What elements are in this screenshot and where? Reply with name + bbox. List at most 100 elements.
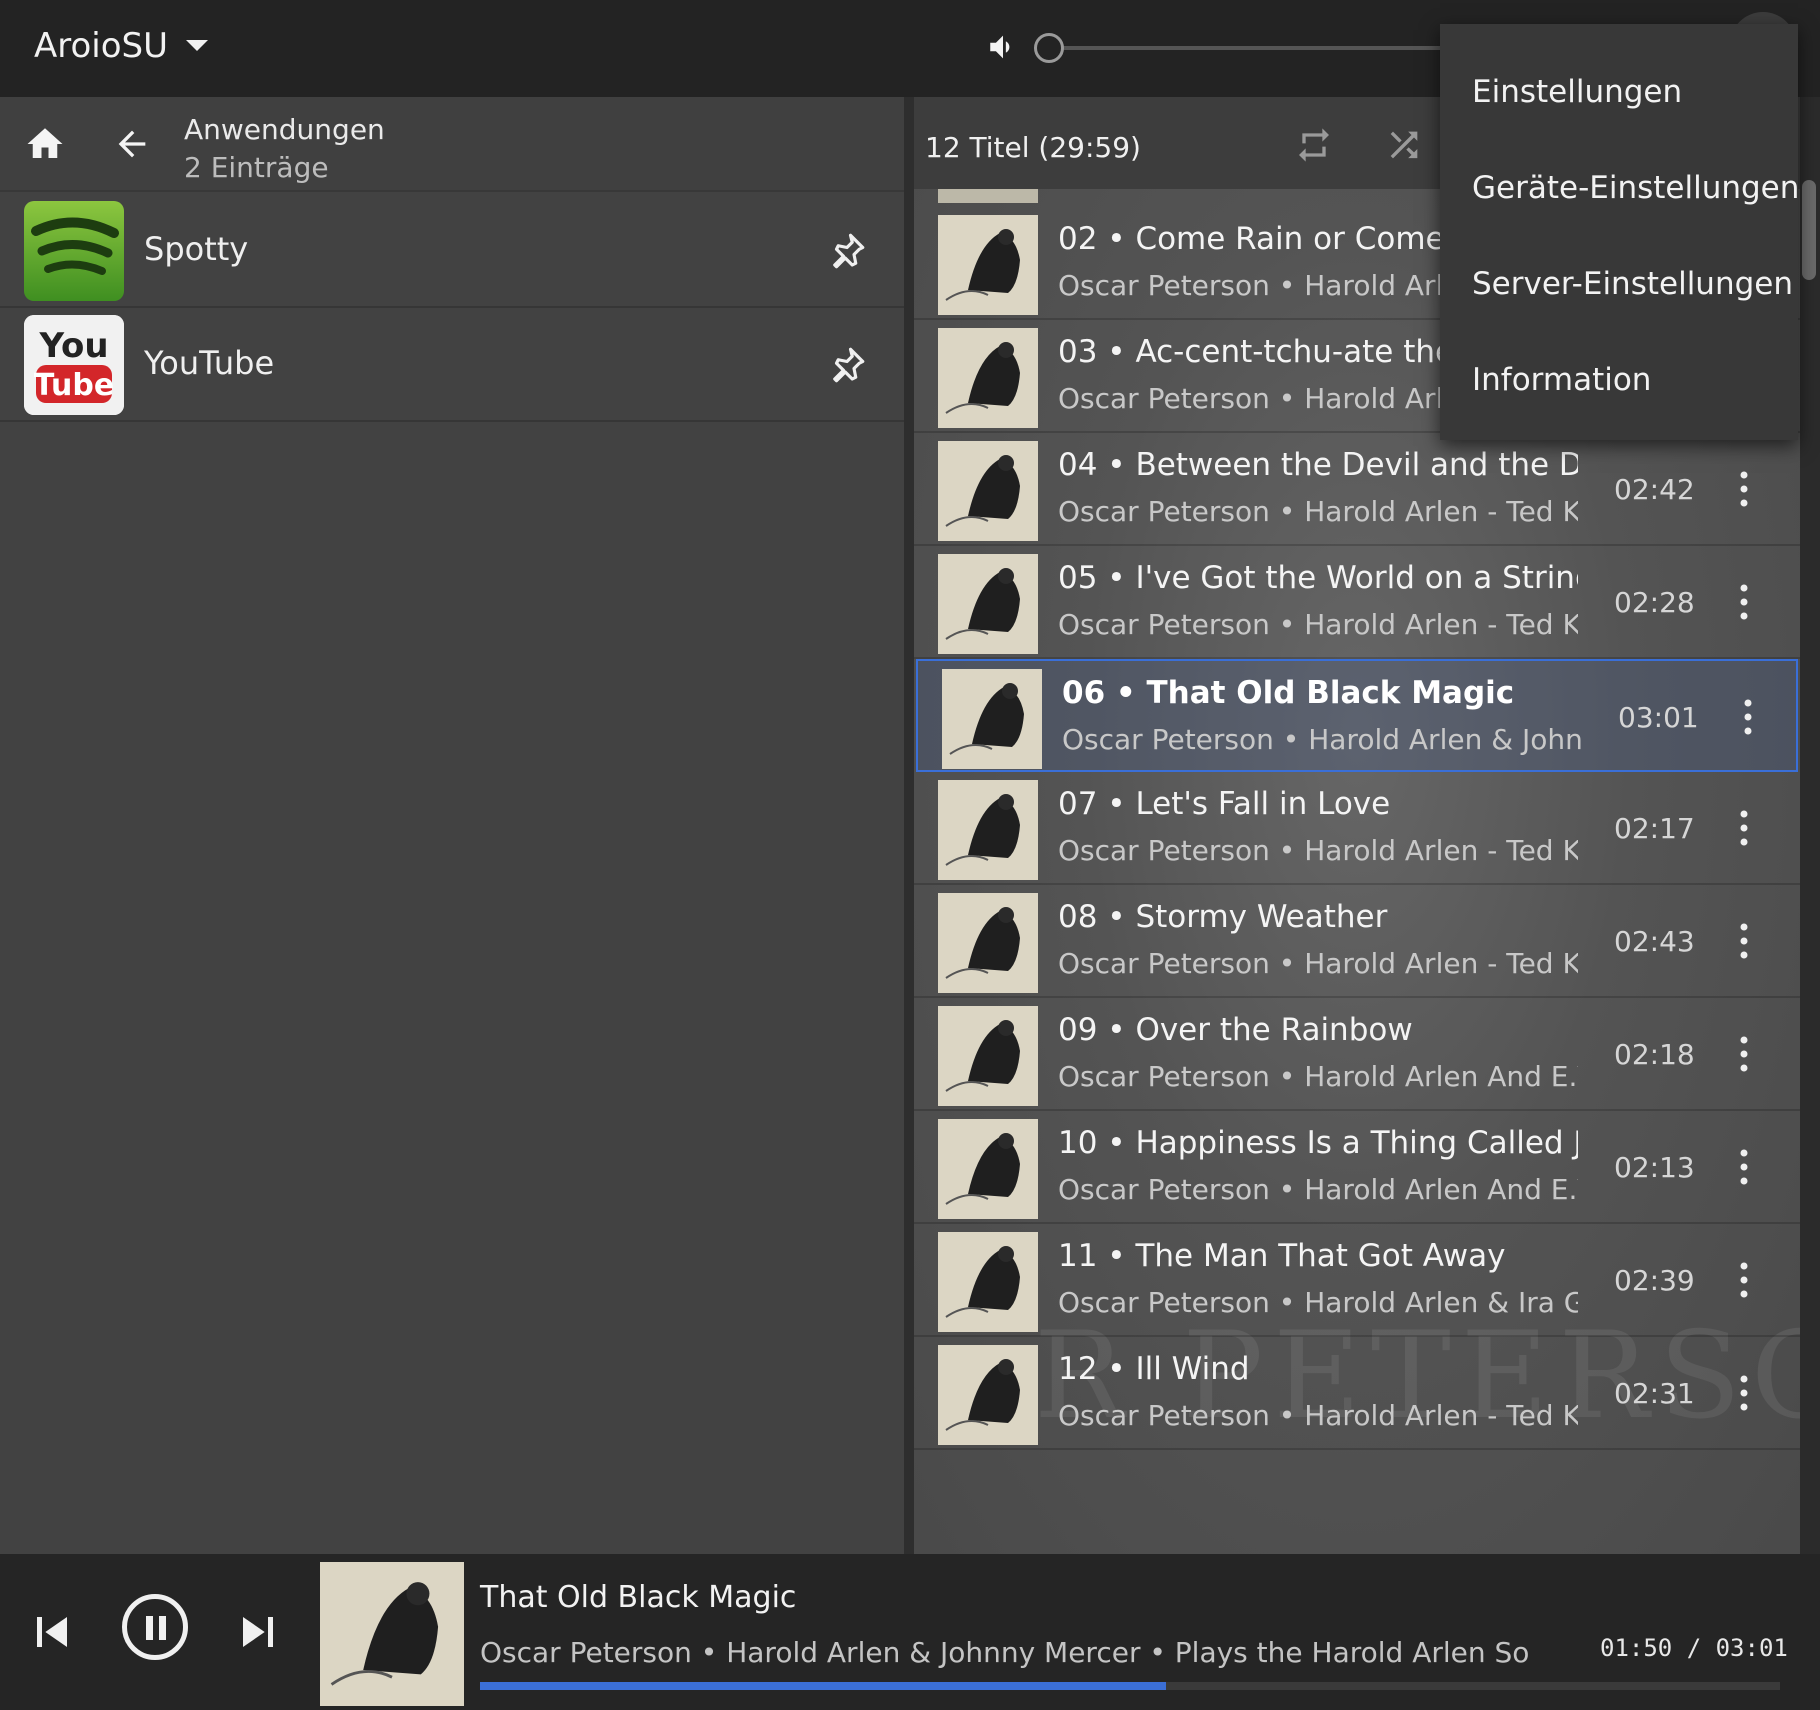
track-duration: 02:18	[1614, 1038, 1695, 1071]
album-art-thumbnail	[938, 1119, 1038, 1219]
track-subtitle: Oscar Peterson • Harold Arlen - Ted Koe.…	[1058, 834, 1578, 867]
svg-text:You: You	[38, 326, 108, 366]
track-duration: 02:31	[1614, 1377, 1695, 1410]
next-track-icon[interactable]	[238, 1612, 278, 1652]
track-subtitle: Oscar Peterson • Harold Arlen And E.Y. "…	[1058, 1173, 1578, 1206]
more-vertical-icon[interactable]	[1734, 582, 1754, 622]
track-row[interactable]: 11 • The Man That Got Away Oscar Peterson…	[914, 1224, 1800, 1337]
track-row[interactable]: 04 • Between the Devil and the Dee... Osc…	[914, 433, 1800, 546]
track-row-active[interactable]: 06 • That Old Black Magic Oscar Peterson …	[916, 659, 1798, 772]
album-art-thumbnail	[938, 554, 1038, 654]
track-duration: 02:42	[1614, 473, 1695, 506]
track-subtitle: Oscar Peterson • Harold Arlen - Ted Koe.…	[1058, 495, 1578, 528]
now-playing-album-art[interactable]	[320, 1562, 464, 1706]
queue-scrollbar-thumb[interactable]	[1802, 180, 1816, 280]
menu-item-information[interactable]: Information	[1440, 332, 1798, 428]
track-duration: 02:43	[1614, 925, 1695, 958]
volume-slider-thumb[interactable]	[1034, 33, 1064, 63]
album-art-thumbnail	[942, 669, 1042, 769]
playback-progress-fill	[480, 1682, 1167, 1690]
more-vertical-icon[interactable]	[1734, 1147, 1754, 1187]
track-row[interactable]: 12 • Ill Wind Oscar Peterson • Harold Arl…	[914, 1337, 1800, 1450]
shuffle-icon[interactable]	[1384, 125, 1424, 165]
app-label: YouTube	[144, 344, 275, 382]
track-title: 12 • Ill Wind	[1058, 1351, 1250, 1387]
track-duration: 02:28	[1614, 586, 1695, 619]
album-art-thumbnail	[938, 1006, 1038, 1106]
track-subtitle: Oscar Peterson • Harold Arlen And E.Y. "…	[1058, 1060, 1578, 1093]
menu-item-settings[interactable]: Einstellungen	[1440, 44, 1798, 140]
track-title: 07 • Let's Fall in Love	[1058, 786, 1391, 822]
volume-icon[interactable]	[986, 30, 1020, 64]
album-art-thumbnail	[938, 441, 1038, 541]
track-subtitle: Oscar Peterson • Harold Arlen - Ted Koe.…	[1058, 608, 1578, 641]
repeat-icon[interactable]	[1294, 125, 1334, 165]
album-art-thumbnail	[938, 1345, 1038, 1445]
track-row[interactable]: 05 • I've Got the World on a String Oscar…	[914, 546, 1800, 659]
track-row[interactable]: 08 • Stormy Weather Oscar Peterson • Haro…	[914, 885, 1800, 998]
track-row[interactable]: 07 • Let's Fall in Love Oscar Peterson • …	[914, 772, 1800, 885]
now-playing-subtitle: Oscar Peterson • Harold Arlen & Johnny M…	[480, 1636, 1530, 1669]
more-vertical-icon[interactable]	[1734, 1260, 1754, 1300]
album-art-thumbnail	[938, 215, 1038, 315]
track-title: 10 • Happiness Is a Thing Called J...	[1058, 1125, 1578, 1161]
pin-icon[interactable]	[826, 230, 868, 272]
volume-slider-track[interactable]	[1048, 46, 1448, 50]
more-vertical-icon[interactable]	[1734, 921, 1754, 961]
queue-summary: 12 Titel (29:59)	[925, 131, 1141, 164]
browse-header: Anwendungen 2 Einträge	[0, 97, 904, 192]
album-art-thumbnail	[938, 893, 1038, 993]
track-row[interactable]: 09 • Over the Rainbow Oscar Peterson • Ha…	[914, 998, 1800, 1111]
browse-subtitle: 2 Einträge	[184, 151, 329, 184]
pane-divider[interactable]	[904, 97, 914, 1554]
back-arrow-icon[interactable]	[112, 124, 152, 164]
app-item-youtube[interactable]: You Tube YouTube	[0, 308, 904, 422]
previous-track-icon[interactable]	[32, 1612, 72, 1652]
more-vertical-icon[interactable]	[1734, 1034, 1754, 1074]
album-art-thumbnail	[938, 780, 1038, 880]
track-title: 08 • Stormy Weather	[1058, 899, 1388, 935]
now-playing-bar: That Old Black Magic Oscar Peterson • Ha…	[0, 1554, 1820, 1710]
partial-track-thumbnail	[938, 189, 1038, 203]
track-duration: 02:39	[1614, 1264, 1695, 1297]
track-row[interactable]: 10 • Happiness Is a Thing Called J... Osc…	[914, 1111, 1800, 1224]
track-title: 05 • I've Got the World on a String	[1058, 560, 1578, 596]
svg-text:Tube: Tube	[34, 368, 114, 403]
browse-pane: Anwendungen 2 Einträge Spotty You Tube Y…	[0, 97, 904, 1554]
menu-item-server-settings[interactable]: Server-Einstellungen	[1440, 236, 1798, 332]
pin-icon[interactable]	[826, 344, 868, 386]
track-title: 06 • That Old Black Magic	[1062, 675, 1515, 711]
player-dropdown-icon[interactable]	[186, 40, 208, 51]
youtube-icon: You Tube	[24, 315, 124, 415]
more-vertical-icon[interactable]	[1734, 1373, 1754, 1413]
queue-scrollbar[interactable]	[1800, 97, 1820, 1554]
more-vertical-icon[interactable]	[1738, 697, 1758, 737]
home-icon[interactable]	[24, 123, 66, 165]
now-playing-time: 01:50 / 03:01	[1600, 1634, 1788, 1662]
pause-icon	[159, 1616, 166, 1640]
album-art-thumbnail	[938, 328, 1038, 428]
track-subtitle: Oscar Peterson • Harold Arlen & Johnny..…	[1062, 723, 1582, 756]
app-item-spotty[interactable]: Spotty	[0, 194, 904, 308]
playback-progress-bar[interactable]	[480, 1682, 1780, 1690]
now-playing-title: That Old Black Magic	[480, 1580, 797, 1615]
pause-button[interactable]	[122, 1594, 188, 1660]
track-subtitle: Oscar Peterson • Harold Arlen - Ted Koe.…	[1058, 947, 1578, 980]
track-title: 09 • Over the Rainbow	[1058, 1012, 1413, 1048]
more-vertical-icon[interactable]	[1734, 469, 1754, 509]
track-subtitle: Oscar Peterson • Harold Arlen - Ted Koe.…	[1058, 1399, 1578, 1432]
app-label: Spotty	[144, 230, 249, 268]
more-vertical-icon[interactable]	[1734, 808, 1754, 848]
track-duration: 03:01	[1618, 701, 1699, 734]
track-title: 11 • The Man That Got Away	[1058, 1238, 1506, 1274]
track-duration: 02:17	[1614, 812, 1695, 845]
player-name[interactable]: AroioSU	[34, 26, 168, 66]
menu-item-device-settings[interactable]: Geräte-Einstellungen	[1440, 140, 1799, 236]
album-art-thumbnail	[938, 1232, 1038, 1332]
track-subtitle: Oscar Peterson • Harold Arlen & Ira Ger.…	[1058, 1286, 1578, 1319]
browse-title: Anwendungen	[184, 113, 385, 146]
pause-icon	[146, 1616, 153, 1640]
track-duration: 02:13	[1614, 1151, 1695, 1184]
spotify-icon	[24, 201, 124, 301]
settings-menu: Einstellungen Geräte-Einstellungen Serve…	[1440, 24, 1799, 440]
